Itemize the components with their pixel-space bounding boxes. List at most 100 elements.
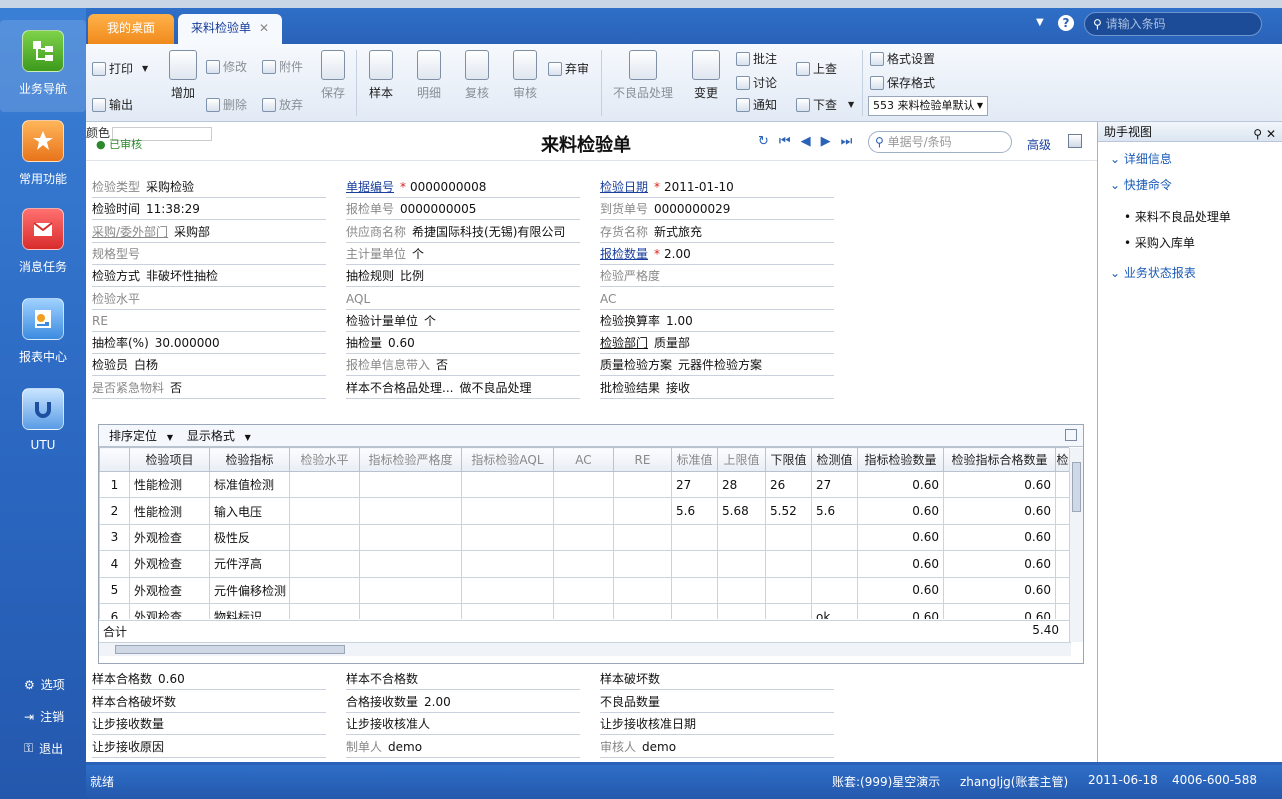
column-header[interactable]: 检验项目 — [129, 447, 210, 472]
table-cell[interactable] — [461, 523, 554, 552]
table-cell[interactable] — [1055, 470, 1069, 499]
column-header[interactable]: 检验水平 — [289, 447, 360, 472]
scrollbar-thumb[interactable] — [1072, 462, 1081, 512]
next-record-icon[interactable]: ▶ — [821, 134, 831, 149]
field-item-9[interactable]: 规格型号 — [92, 245, 326, 265]
last-record-icon[interactable]: ⏭ — [841, 134, 853, 149]
table-cell[interactable] — [289, 523, 360, 552]
table-cell[interactable] — [1055, 523, 1069, 552]
table-cell[interactable]: 外观检查 — [129, 602, 210, 619]
command-purchase-receipt[interactable]: • 采购入库单 — [1124, 234, 1195, 251]
table-cell[interactable] — [289, 576, 360, 604]
table-cell[interactable] — [613, 523, 672, 552]
table-cell[interactable] — [717, 602, 766, 619]
field-item-26[interactable]: 质量检验方案 元器件检验方案 — [600, 356, 834, 377]
field-item-8[interactable]: 存货名称 新式旅充 — [600, 223, 834, 243]
field-item-24[interactable]: 检验员 白杨 — [92, 356, 326, 377]
table-cell[interactable]: 4 — [99, 550, 130, 578]
table-cell[interactable] — [613, 602, 672, 619]
table-cell[interactable] — [461, 576, 554, 604]
table-cell[interactable] — [289, 550, 360, 578]
grid-horizontal-scrollbar[interactable] — [99, 642, 1071, 656]
column-header[interactable]: 检 — [1055, 447, 1069, 472]
dropdown-arrow-icon[interactable]: ▼ — [142, 64, 148, 73]
table-cell[interactable]: 27 — [671, 470, 718, 499]
column-header[interactable]: 上限值 — [717, 447, 766, 472]
footer-field-4[interactable]: 合格接收数量 2.00 — [346, 693, 580, 713]
table-row[interactable]: 3 外观检查 极性反 0.60 0.60 — [99, 523, 1069, 552]
format-setting-button[interactable]: 格式设置 — [870, 50, 935, 67]
query-up-button[interactable]: 上查 — [796, 60, 837, 77]
global-search-input[interactable]: ⚲ 请输入条码 — [1084, 12, 1262, 36]
sort-locate-menu[interactable]: 排序定位 ▼ — [109, 429, 183, 443]
table-row[interactable]: 2 性能检测 输入电压 5.6 5.68 5.52 5.6 0.60 0.60 — [99, 497, 1069, 525]
footer-field-11[interactable]: 审核人 demo — [600, 738, 834, 758]
defect-handling-button[interactable]: 不良品处理 — [610, 50, 676, 101]
first-record-icon[interactable]: ⏮ — [779, 134, 791, 149]
table-cell[interactable]: 性能检测 — [129, 470, 210, 499]
pin-icon[interactable]: ⚲ — [1253, 124, 1262, 144]
table-cell[interactable]: 0.60 — [943, 576, 1056, 604]
discard-audit-button[interactable]: 弃审 — [548, 60, 589, 77]
table-cell[interactable]: 元件偏移检测 — [209, 576, 290, 604]
table-row[interactable]: 1 性能检测 标准值检测 27 28 26 27 0.60 0.60 — [99, 470, 1069, 499]
field-aql-16[interactable]: AQL — [346, 290, 580, 310]
grid-vertical-scrollbar[interactable] — [1069, 448, 1083, 642]
table-cell[interactable]: 元件浮高 — [209, 550, 290, 578]
table-cell[interactable]: 5 — [99, 576, 130, 604]
table-row[interactable]: 5 外观检查 元件偏移检测 0.60 0.60 — [99, 576, 1069, 604]
audit-button[interactable]: 审核 — [510, 50, 540, 101]
table-cell[interactable] — [765, 550, 812, 578]
table-cell[interactable] — [461, 470, 554, 499]
attach-button[interactable]: 附件 — [262, 58, 303, 75]
table-cell[interactable] — [461, 602, 554, 619]
logout-link[interactable]: ⇥ 注销 — [24, 708, 64, 725]
modify-button[interactable]: 修改 — [206, 58, 247, 75]
footer-field-10[interactable]: 制单人 demo — [346, 738, 580, 758]
section-status-report[interactable]: ⌄ 业务状态报表 — [1110, 264, 1196, 281]
command-defect-order[interactable]: • 来料不良品处理单 — [1124, 208, 1231, 225]
dropdown-arrow-icon[interactable]: ▼ — [1036, 17, 1044, 28]
field-item-27[interactable]: 是否紧急物料否 — [92, 379, 326, 399]
table-cell[interactable]: 0.60 — [857, 497, 944, 525]
table-cell[interactable] — [671, 602, 718, 619]
scrollbar-thumb[interactable] — [115, 645, 345, 654]
close-icon[interactable]: ✕ — [1266, 124, 1276, 144]
column-header[interactable]: 指标检验严格度 — [359, 447, 462, 472]
query-down-button[interactable]: 下查 ▼ — [796, 96, 854, 113]
table-cell[interactable]: 极性反 — [209, 523, 290, 552]
table-cell[interactable] — [811, 550, 858, 578]
field-item-14[interactable]: 检验严格度 — [600, 267, 834, 288]
nav-report-center[interactable]: 报表中心 — [0, 298, 86, 365]
table-cell[interactable]: 物料标识 — [209, 602, 290, 619]
table-cell[interactable]: 0.60 — [857, 470, 944, 499]
delete-button[interactable]: 删除 — [206, 96, 247, 113]
table-cell[interactable] — [671, 550, 718, 578]
table-cell[interactable] — [359, 470, 462, 499]
table-cell[interactable] — [553, 470, 614, 499]
table-cell[interactable] — [765, 576, 812, 604]
field-ac-17[interactable]: AC — [600, 290, 834, 310]
table-cell[interactable]: 6 — [99, 602, 130, 619]
record-search-input[interactable]: ⚲ 单据号/条码 — [868, 131, 1012, 153]
table-row[interactable]: 6 外观检查 物料标识 ok 0.60 0.60 — [99, 602, 1069, 619]
table-cell[interactable]: 外观检查 — [129, 550, 210, 578]
table-cell[interactable]: 5.6 — [811, 497, 858, 525]
footer-field-7[interactable]: 让步接收核准人 — [346, 715, 580, 735]
field-item-4[interactable]: 报检单号 0000000005 — [346, 200, 580, 221]
refresh-icon[interactable]: ↻ — [758, 134, 769, 149]
table-cell[interactable] — [289, 497, 360, 525]
table-cell[interactable]: 28 — [717, 470, 766, 499]
prev-record-icon[interactable]: ◀ — [801, 134, 811, 149]
discuss-button[interactable]: 讨论 — [736, 74, 777, 91]
tab-incoming-inspection[interactable]: 来料检验单 ✕ — [178, 14, 282, 44]
table-cell[interactable] — [1055, 550, 1069, 578]
recheck-button[interactable]: 复核 — [462, 50, 492, 101]
field-item-7[interactable]: 供应商名称 希捷国际科技(无锡)有限公司 — [346, 223, 580, 243]
field-item-2[interactable]: 检验日期 * 2011-01-10 — [600, 178, 834, 198]
field-item-1[interactable]: 单据编号 * 0000000008 — [346, 178, 580, 198]
table-cell[interactable] — [553, 602, 614, 619]
table-cell[interactable]: 0.60 — [857, 523, 944, 552]
dropdown-arrow-icon[interactable]: ▼ — [848, 100, 854, 109]
table-cell[interactable]: 标准值检测 — [209, 470, 290, 499]
